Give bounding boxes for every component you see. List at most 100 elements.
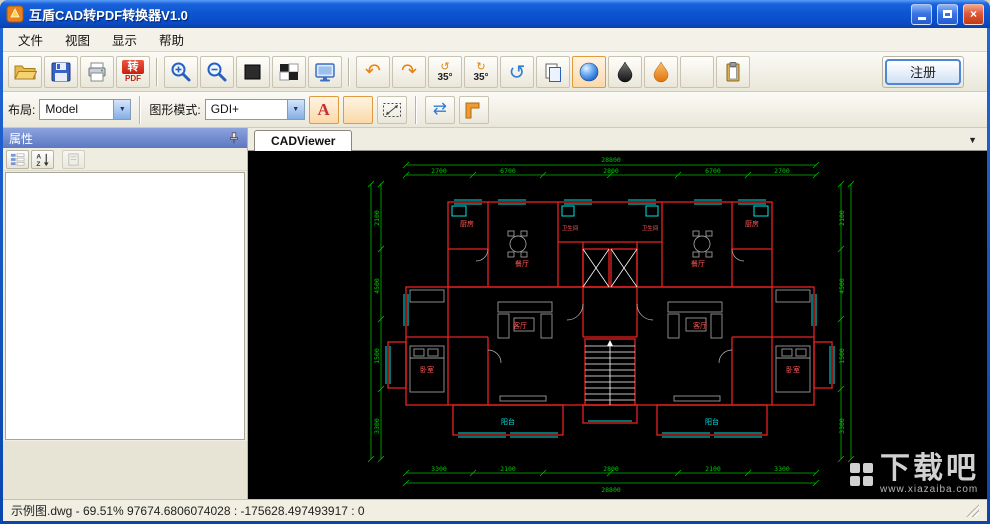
blank-style-button[interactable]: [342, 95, 373, 124]
rotate-view-button[interactable]: ↺: [500, 55, 534, 88]
svg-text:4500: 4500: [373, 278, 381, 294]
text-style-button[interactable]: A: [308, 95, 339, 124]
alphabetical-sort-button[interactable]: A Z: [31, 149, 54, 169]
chevron-down-icon[interactable]: ▼: [113, 100, 131, 119]
svg-text:2100: 2100: [500, 465, 516, 473]
svg-text:4500: 4500: [838, 278, 846, 294]
maximize-button[interactable]: [937, 3, 958, 25]
graphics-mode-combo[interactable]: GDI+ ▼: [204, 99, 305, 120]
undo-icon: ↶: [365, 60, 381, 82]
svg-text:卫生间: 卫生间: [562, 224, 579, 232]
style-blank-button[interactable]: [680, 55, 714, 88]
dark-droplet-icon: [617, 60, 633, 82]
zoom-in-button[interactable]: [164, 55, 198, 88]
chevron-down-icon[interactable]: ▼: [286, 100, 304, 119]
menu-help[interactable]: 帮助: [148, 27, 195, 52]
secondary-toolbar: 布局: Model ▼ 图形模式: GDI+ ▼ A ⇄: [3, 92, 987, 128]
svg-text:6700: 6700: [705, 167, 721, 175]
invert-colors-button[interactable]: [272, 55, 306, 88]
rotate-right-35-button[interactable]: ↻ 35°: [464, 55, 498, 88]
background-swatch-button[interactable]: [236, 55, 270, 88]
pin-icon[interactable]: [227, 131, 241, 145]
tab-cadviewer[interactable]: CADViewer: [254, 130, 353, 151]
close-icon: ×: [969, 7, 977, 21]
watermark-url: www.xiazaiba.com: [880, 484, 979, 495]
viewer-area: CADViewer ▼ 28800 2700 6700 2800 6700 27…: [248, 128, 987, 499]
resize-grip[interactable]: [966, 504, 979, 517]
menu-display[interactable]: 显示: [101, 27, 148, 52]
convert-pdf-button[interactable]: 转 PDF: [116, 55, 150, 88]
drawing-canvas[interactable]: 28800 2700 6700 2800 6700 2700 3300 2100…: [248, 151, 987, 499]
svg-text:A: A: [36, 153, 41, 160]
viewer-tabstrip: CADViewer ▼: [248, 128, 987, 151]
measure-button[interactable]: [458, 95, 489, 124]
main-toolbar: 转 PDF ↶ ↷ ↺ 35° ↻ 35° ↺ 注册: [3, 52, 987, 92]
properties-header: 属性: [3, 128, 247, 148]
status-text: 示例图.dwg - 69.51% 97674.6806074028 : -175…: [11, 504, 365, 518]
rotate-left-35-button[interactable]: ↺ 35°: [428, 55, 462, 88]
convert-pdf-icon: 转 PDF: [120, 60, 146, 83]
swap-orientation-button[interactable]: ⇄: [424, 95, 455, 124]
toolbar-separator: [139, 95, 142, 124]
register-panel: 注册: [882, 55, 964, 88]
menu-file[interactable]: 文件: [7, 27, 54, 52]
paste-button[interactable]: [716, 55, 750, 88]
folder-open-icon: [14, 65, 37, 79]
extents-icon: [382, 102, 401, 117]
undo-button[interactable]: ↶: [356, 55, 390, 88]
cad-floorplan: 28800 2700 6700 2800 6700 2700 3300 2100…: [367, 156, 855, 494]
minimize-button[interactable]: [911, 3, 932, 25]
titlebar[interactable]: 互盾CAD转PDF转换器V1.0 ×: [0, 0, 990, 28]
svg-text:厨房: 厨房: [460, 219, 474, 228]
dimension-lines: [367, 161, 855, 487]
printer-icon: [88, 62, 106, 81]
style-orange-drop-button[interactable]: [644, 55, 678, 88]
redo-button[interactable]: ↷: [392, 55, 426, 88]
categorized-view-button[interactable]: [6, 149, 29, 169]
svg-text:餐厅: 餐厅: [515, 259, 529, 268]
fit-screen-button[interactable]: [308, 55, 342, 88]
graphics-mode-label: 图形模式:: [149, 103, 201, 117]
viewer-menu-arrow-icon[interactable]: ▼: [968, 135, 977, 145]
properties-title: 属性: [9, 131, 34, 146]
clipboard-icon: [726, 61, 740, 81]
svg-text:厨房: 厨房: [745, 219, 759, 228]
status-bar: 示例图.dwg - 69.51% 97674.6806074028 : -175…: [3, 499, 987, 521]
svg-text:3300: 3300: [373, 418, 381, 434]
svg-text:阳台: 阳台: [501, 417, 515, 426]
xiazaiba-logo-icon: [850, 463, 873, 486]
sphere-icon: [579, 62, 599, 81]
save-icon: [51, 62, 71, 81]
az-sort-icon: A Z: [36, 153, 49, 167]
style-dark-drop-button[interactable]: [608, 55, 642, 88]
close-button[interactable]: ×: [963, 3, 984, 25]
svg-text:3300: 3300: [838, 418, 846, 434]
layout-combo[interactable]: Model ▼: [39, 99, 132, 120]
svg-text:1500: 1500: [838, 348, 846, 364]
zoom-out-button[interactable]: [200, 55, 234, 88]
svg-text:2800: 2800: [603, 167, 619, 175]
open-button[interactable]: [8, 55, 42, 88]
svg-text:2100: 2100: [838, 210, 846, 226]
style-sphere-button[interactable]: [572, 55, 606, 88]
menu-view[interactable]: 视图: [54, 27, 101, 52]
properties-panel: 属性 A Z: [3, 128, 248, 499]
print-button[interactable]: [80, 55, 114, 88]
rotate-view-icon: ↺: [508, 59, 526, 84]
copy-icon: [545, 63, 561, 82]
zoom-in-icon: [171, 62, 191, 81]
register-button[interactable]: 注册: [885, 58, 961, 85]
zoom-extents-button[interactable]: [376, 95, 407, 124]
svg-text:1500: 1500: [373, 348, 381, 364]
svg-text:3300: 3300: [774, 465, 790, 473]
svg-text:卧室: 卧室: [786, 365, 800, 374]
svg-text:餐厅: 餐厅: [691, 259, 705, 268]
copy-button[interactable]: [536, 55, 570, 88]
save-button[interactable]: [44, 55, 78, 88]
redo-icon: ↷: [401, 60, 417, 82]
checkerboard-icon: [279, 63, 299, 80]
elevator-stair-detail: [582, 248, 638, 405]
property-pages-button[interactable]: [62, 149, 85, 169]
panel-empty-area: [3, 441, 247, 499]
properties-list[interactable]: [5, 172, 245, 440]
